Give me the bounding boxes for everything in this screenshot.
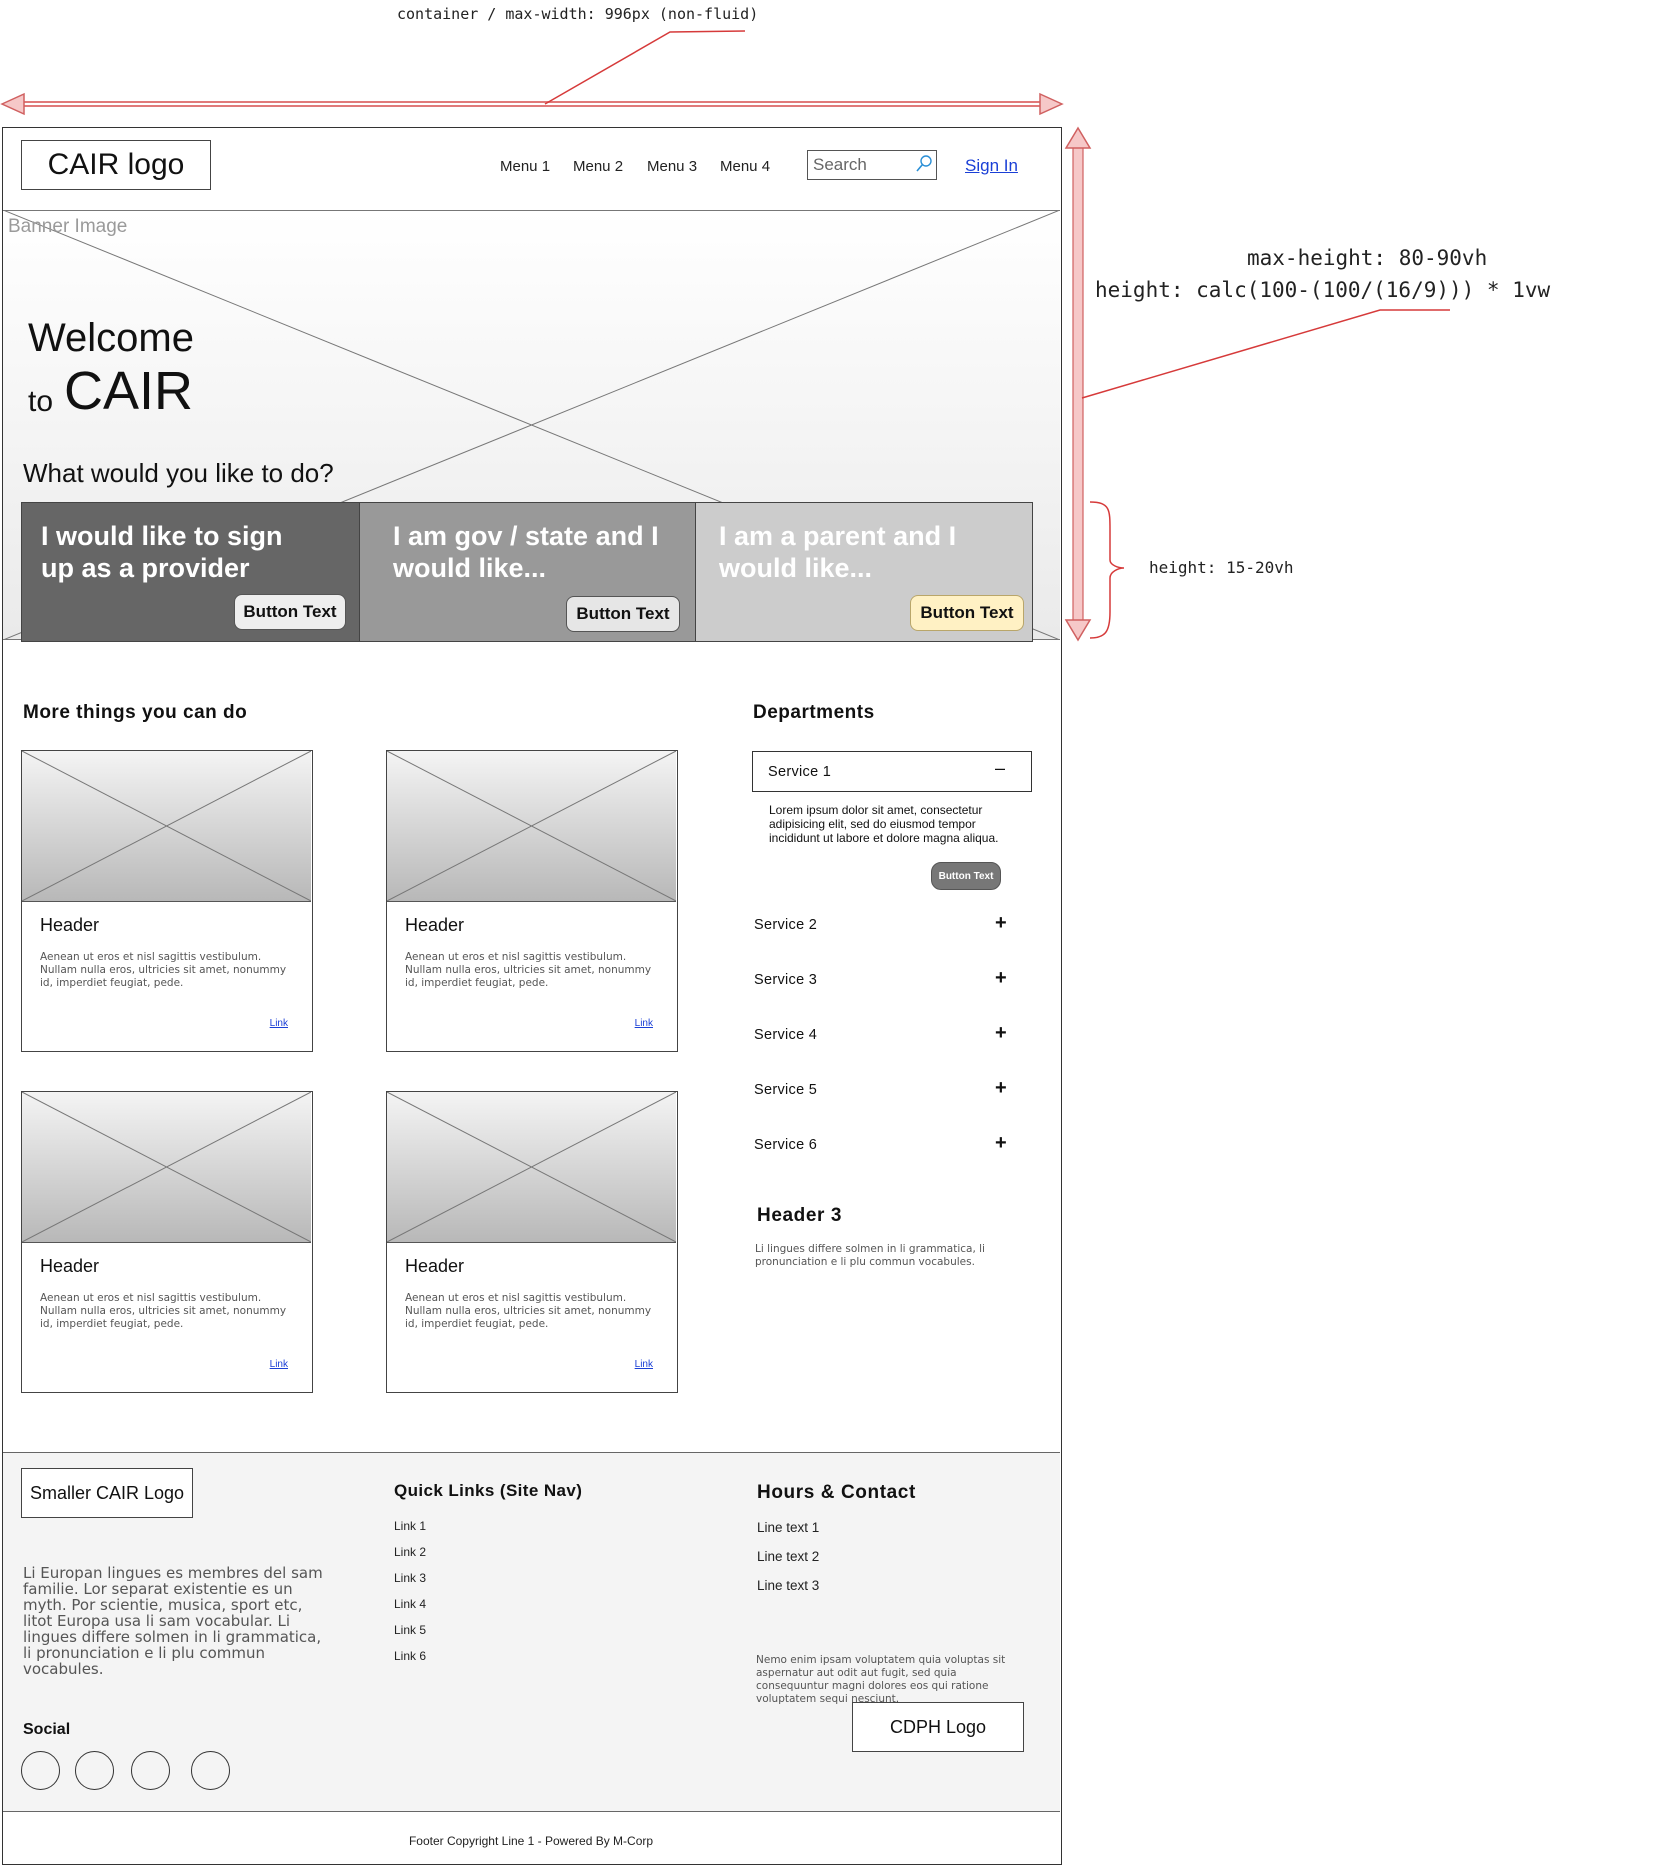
tile-body: Aenean ut eros et nisl sagittis vestibul… xyxy=(405,951,652,989)
quick-link-2[interactable]: Link 2 xyxy=(394,1545,426,1559)
cdph-logo[interactable]: CDPH Logo xyxy=(852,1702,1024,1752)
contact-line-1: Line text 1 xyxy=(757,1520,820,1535)
service-6-label[interactable]: Service 6 xyxy=(754,1137,817,1153)
service-1-body: Lorem ipsum dolor sit amet, consectetur … xyxy=(769,803,999,845)
welcome-to: to xyxy=(28,385,54,418)
gov-card-text: I am gov / state and I would like... xyxy=(393,520,659,584)
menu-3[interactable]: Menu 3 xyxy=(647,158,697,175)
menu-4[interactable]: Menu 4 xyxy=(720,158,770,175)
tile-header: Header xyxy=(40,1256,100,1276)
tile-link[interactable]: Link xyxy=(635,1018,653,1029)
tile-link[interactable]: Link xyxy=(635,1359,653,1370)
search-icon[interactable] xyxy=(915,154,933,174)
quick-link-4[interactable]: Link 4 xyxy=(394,1597,426,1611)
cards-height-annotation: height: 15-20vh xyxy=(1149,558,1294,577)
departments-title: Departments xyxy=(753,702,875,723)
tile-image-placeholder xyxy=(386,1091,677,1243)
provider-card-line2: up as a provider xyxy=(41,553,250,583)
max-height-annotation: max-height: 80-90vh xyxy=(1247,246,1488,270)
tile-image-placeholder xyxy=(21,1091,312,1243)
tile-header: Header xyxy=(405,1256,465,1276)
tile-body: Aenean ut eros et nisl sagittis vestibul… xyxy=(40,951,287,989)
tile-3: Header Aenean ut eros et nisl sagittis v… xyxy=(21,1091,313,1393)
expand-icon[interactable]: + xyxy=(995,967,1007,990)
provider-card-text: I would like to sign up as a provider xyxy=(41,520,283,584)
quick-link-3[interactable]: Link 3 xyxy=(394,1571,426,1585)
tile-1: Header Aenean ut eros et nisl sagittis v… xyxy=(21,750,313,1052)
contact-line-3: Line text 3 xyxy=(757,1578,820,1593)
service-3-label[interactable]: Service 3 xyxy=(754,972,817,988)
more-things-title: More things you can do xyxy=(23,702,248,723)
gov-card-button[interactable]: Button Text xyxy=(566,596,680,632)
social-icon-3[interactable] xyxy=(131,1751,170,1790)
tile-body: Aenean ut eros et nisl sagittis vestibul… xyxy=(40,1292,287,1330)
service-1-label: Service 1 xyxy=(768,764,832,780)
header-3: Header 3 xyxy=(757,1205,843,1226)
sign-in-link[interactable]: Sign In xyxy=(965,156,1018,176)
service-2-label[interactable]: Service 2 xyxy=(754,917,817,933)
hours-contact-title: Hours & Contact xyxy=(757,1482,916,1503)
expand-icon[interactable]: + xyxy=(995,912,1007,935)
cair-logo[interactable]: CAIR logo xyxy=(21,140,211,190)
tile-image-placeholder xyxy=(386,750,677,902)
parent-card-line1: I am a parent and I xyxy=(719,521,957,551)
service-5-label[interactable]: Service 5 xyxy=(754,1082,817,1098)
smaller-cair-logo[interactable]: Smaller CAIR Logo xyxy=(21,1468,193,1518)
provider-card-line1: I would like to sign xyxy=(41,521,283,551)
gov-card-line2: would like... xyxy=(393,553,547,583)
tile-header: Header xyxy=(405,915,465,935)
service-4-label[interactable]: Service 4 xyxy=(754,1027,817,1043)
collapse-icon[interactable]: – xyxy=(995,758,1005,779)
gov-card-line1: I am gov / state and I xyxy=(393,521,659,551)
tile-link[interactable]: Link xyxy=(270,1018,288,1029)
tile-header: Header xyxy=(40,915,100,935)
menu-2[interactable]: Menu 2 xyxy=(573,158,623,175)
banner-label: Banner Image xyxy=(8,216,128,237)
height-calc-annotation: height: calc(100-(100/(16/9))) * 1vw xyxy=(1095,278,1551,302)
social-icon-1[interactable] xyxy=(21,1751,60,1790)
expand-icon[interactable]: + xyxy=(995,1022,1007,1045)
footer-copyright: Footer Copyright Line 1 - Powered By M-C… xyxy=(408,1834,654,1848)
tile-image-placeholder xyxy=(21,750,312,902)
quick-link-5[interactable]: Link 5 xyxy=(394,1623,426,1637)
tile-4: Header Aenean ut eros et nisl sagittis v… xyxy=(386,1091,678,1393)
tile-image xyxy=(386,750,677,902)
contact-text: Nemo enim ipsam voluptatem quia voluptas… xyxy=(756,1654,1006,1705)
header-3-text: Li lingues differe solmen in li grammati… xyxy=(755,1243,985,1268)
quick-link-6[interactable]: Link 6 xyxy=(394,1649,426,1663)
tile-2: Header Aenean ut eros et nisl sagittis v… xyxy=(386,750,678,1052)
menu-1[interactable]: Menu 1 xyxy=(500,158,550,175)
quick-link-1[interactable]: Link 1 xyxy=(394,1519,426,1533)
parent-card-text: I am a parent and I would like... xyxy=(719,520,956,584)
tile-link[interactable]: Link xyxy=(270,1359,288,1370)
social-title: Social xyxy=(23,1721,71,1738)
footer-about-text: Li Europan lingues es membres del sam fa… xyxy=(23,1564,323,1678)
welcome-heading: Welcome xyxy=(28,316,194,360)
expand-icon[interactable]: + xyxy=(995,1132,1007,1155)
welcome-cair: CAIR xyxy=(64,361,194,421)
provider-card-button[interactable]: Button Text xyxy=(234,594,346,630)
expand-icon[interactable]: + xyxy=(995,1077,1007,1100)
tile-body: Aenean ut eros et nisl sagittis vestibul… xyxy=(405,1292,652,1330)
quick-links-title: Quick Links (Site Nav) xyxy=(394,1481,583,1500)
contact-line-2: Line text 2 xyxy=(757,1549,820,1564)
service-1-button[interactable]: Button Text xyxy=(931,862,1001,890)
tile-image xyxy=(21,1091,312,1243)
parent-card-button[interactable]: Button Text xyxy=(910,595,1024,631)
social-icon-2[interactable] xyxy=(75,1751,114,1790)
parent-card-line2: would like... xyxy=(719,553,873,583)
tile-image xyxy=(386,1091,677,1243)
banner-question: What would you like to do? xyxy=(23,458,334,488)
tile-image xyxy=(21,750,312,902)
social-icon-4[interactable] xyxy=(191,1751,230,1790)
